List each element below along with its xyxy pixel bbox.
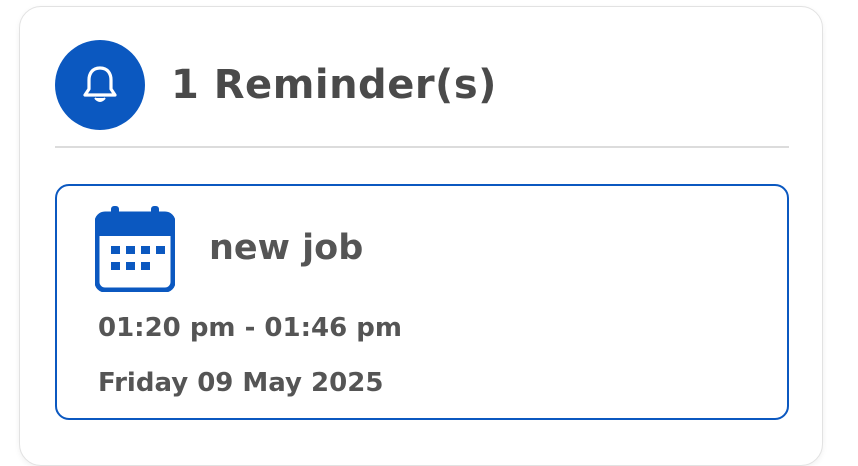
reminder-title: new job (209, 228, 364, 268)
reminder-time: 01:20 pm - 01:46 pm (98, 313, 402, 343)
bell-icon (83, 66, 117, 102)
reminder-item[interactable]: new job 01:20 pm - 01:46 pm Friday 09 Ma… (55, 184, 789, 420)
calendar-icon (95, 206, 175, 292)
reminder-date: Friday 09 May 2025 (98, 368, 384, 398)
reminders-card: 1 Reminder(s) new job 01:20 pm - 01:46 p… (19, 6, 823, 466)
header-divider (55, 146, 789, 148)
bell-icon-badge (55, 40, 145, 130)
reminders-count-title: 1 Reminder(s) (171, 62, 497, 108)
reminders-header: 1 Reminder(s) (55, 39, 497, 131)
